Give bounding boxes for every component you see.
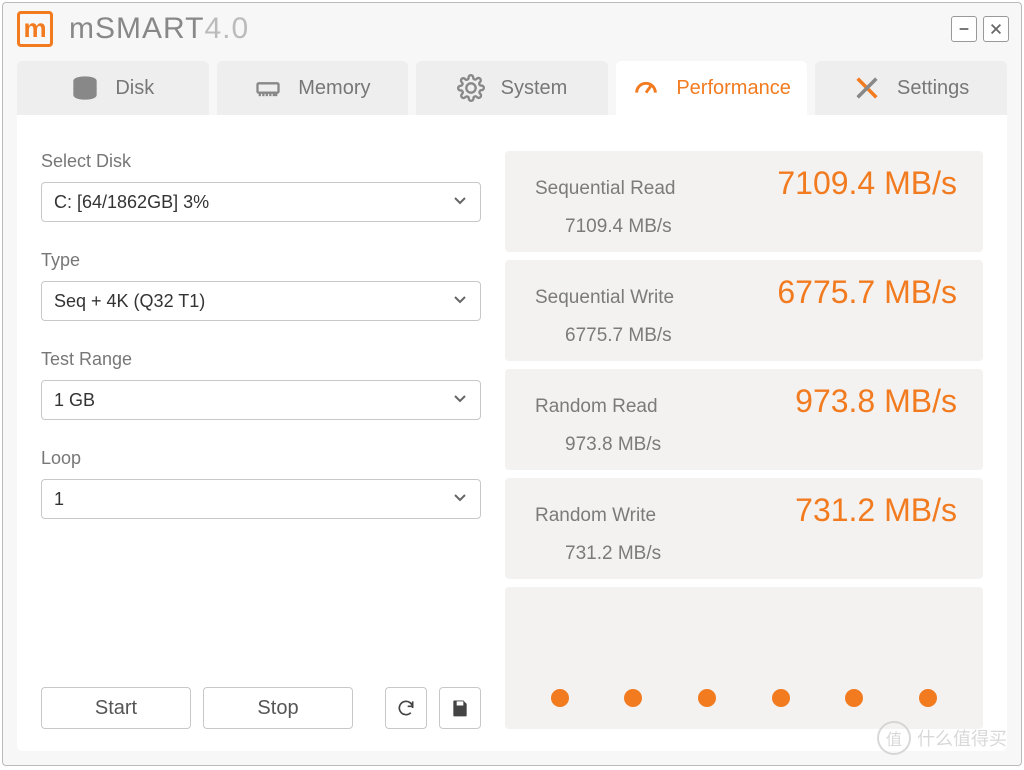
dot-icon [919,689,937,707]
refresh-button[interactable] [385,687,427,729]
save-button[interactable] [439,687,481,729]
select-disk-dropdown[interactable]: C: [64/1862GB] 3% [41,182,481,222]
page-content: Select Disk C: [64/1862GB] 3% Type Seq +… [17,115,1007,751]
select-value: C: [64/1862GB] 3% [54,192,209,213]
metric-seq-write: Sequential Write 6775.7 MB/s 6775.7 MB/s [505,260,983,361]
tab-system[interactable]: System [416,61,608,115]
tab-label: Settings [897,77,969,100]
app-title-text: mSMART [69,12,204,45]
metric-rnd-read: Random Read 973.8 MB/s 973.8 MB/s [505,369,983,470]
range-label: Test Range [41,349,481,370]
tab-performance[interactable]: Performance [616,61,808,115]
stop-button[interactable]: Stop [203,687,353,729]
metric-seq-read: Sequential Read 7109.4 MB/s 7109.4 MB/s [505,151,983,252]
memory-icon [254,74,282,102]
start-button[interactable]: Start [41,687,191,729]
loop-label: Loop [41,448,481,469]
metric-label: Random Write [535,505,656,527]
button-label: Stop [257,697,298,720]
dot-icon [845,689,863,707]
progress-dots [505,587,983,729]
metric-rnd-write: Random Write 731.2 MB/s 731.2 MB/s [505,478,983,579]
metric-subvalue: 731.2 MB/s [565,543,957,565]
type-dropdown[interactable]: Seq + 4K (Q32 T1) [41,281,481,321]
dot-icon [698,689,716,707]
metric-value: 7109.4 MB/s [777,165,957,202]
range-dropdown[interactable]: 1 GB [41,380,481,420]
close-button[interactable] [983,16,1009,42]
app-window: m mSMART4.0 Disk Memory [2,2,1022,766]
metric-label: Sequential Write [535,287,674,309]
dot-icon [772,689,790,707]
metric-value: 731.2 MB/s [795,492,957,529]
loop-dropdown[interactable]: 1 [41,479,481,519]
action-row: Start Stop [41,687,481,729]
tab-bar: Disk Memory System Performance Settings [3,61,1021,115]
select-value: 1 GB [54,390,95,411]
chevron-down-icon [452,390,468,411]
metric-subvalue: 7109.4 MB/s [565,216,957,238]
select-value: Seq + 4K (Q32 T1) [54,291,205,312]
tab-memory[interactable]: Memory [217,61,409,115]
metric-value: 973.8 MB/s [795,383,957,420]
disk-icon [71,74,99,102]
app-title-version-major: 4 [204,12,222,45]
tab-label: Disk [115,77,154,100]
tab-settings[interactable]: Settings [815,61,1007,115]
app-title-version-minor: .0 [222,12,249,45]
metric-subvalue: 973.8 MB/s [565,434,957,456]
select-disk-label: Select Disk [41,151,481,172]
type-label: Type [41,250,481,271]
tab-label: System [501,77,568,100]
titlebar: m mSMART4.0 [3,3,1021,61]
metric-label: Sequential Read [535,178,676,200]
chevron-down-icon [452,489,468,510]
metric-label: Random Read [535,396,658,418]
settings-icon [853,74,881,102]
tab-label: Performance [676,77,791,100]
select-value: 1 [54,489,64,510]
button-label: Start [95,697,137,720]
chevron-down-icon [452,291,468,312]
metric-subvalue: 6775.7 MB/s [565,325,957,347]
app-title: mSMART4.0 [69,12,249,46]
window-controls [951,16,1009,42]
tab-label: Memory [298,77,370,100]
dot-icon [624,689,642,707]
settings-panel: Select Disk C: [64/1862GB] 3% Type Seq +… [41,151,481,729]
dot-icon [551,689,569,707]
tab-disk[interactable]: Disk [17,61,209,115]
metric-value: 6775.7 MB/s [777,274,957,311]
minimize-button[interactable] [951,16,977,42]
gear-icon [457,74,485,102]
results-panel: Sequential Read 7109.4 MB/s 7109.4 MB/s … [505,151,983,729]
app-logo-icon: m [17,11,53,47]
chevron-down-icon [452,192,468,213]
gauge-icon [632,74,660,102]
